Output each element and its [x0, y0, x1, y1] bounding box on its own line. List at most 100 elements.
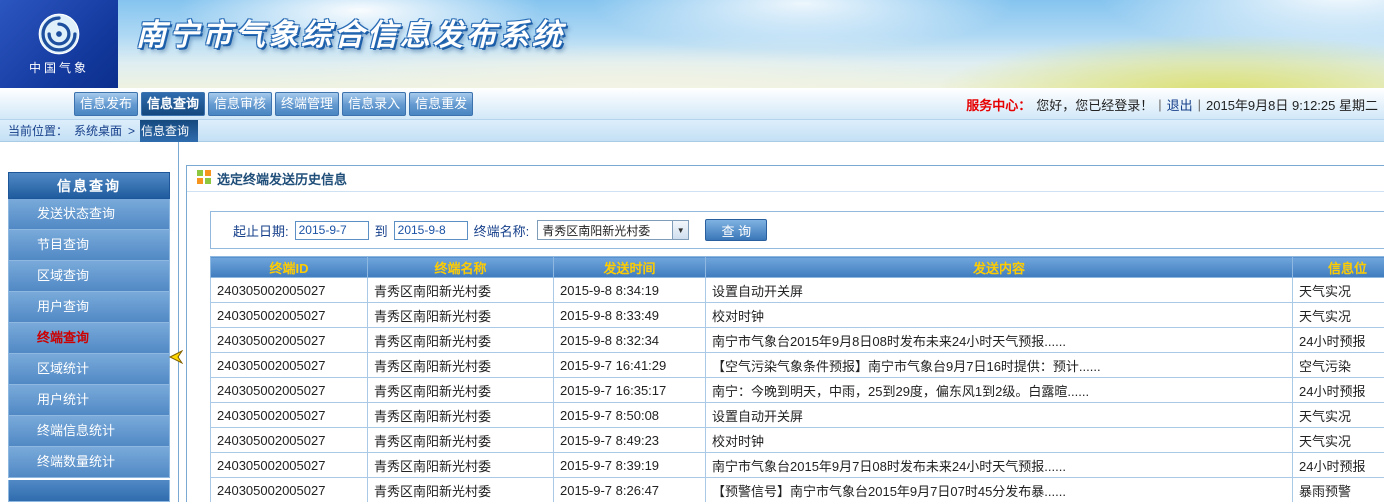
- logout-link[interactable]: 退出: [1167, 95, 1193, 114]
- table-cell: 青秀区南阳新光村委: [368, 453, 554, 478]
- sidebar-item-7[interactable]: 用户统计: [8, 385, 170, 416]
- sidebar-item-8[interactable]: 终端信息统计: [8, 416, 170, 447]
- nav-right: 服务中心： 您好，您已经登录！ | 退出 | 2015年9月8日 9:12:25…: [966, 88, 1378, 120]
- table-cell: 2015-9-7 8:39:19: [554, 453, 706, 478]
- page-title: 南宁市气象综合信息发布系统: [136, 10, 565, 54]
- section-title: 选定终端发送历史信息: [217, 169, 347, 188]
- table-cell: 2015-9-7 16:35:17: [554, 378, 706, 403]
- sidebar-item-5[interactable]: 终端查询: [8, 323, 170, 354]
- nav-bar: 信息发布信息查询信息审核终端管理信息录入信息重发 服务中心： 您好，您已经登录！…: [0, 88, 1384, 120]
- sidebar-item-2[interactable]: 节目查询: [8, 230, 170, 261]
- table-cell: 天气实况: [1293, 303, 1384, 328]
- breadcrumb-label: 当前位置：: [8, 122, 68, 139]
- login-greeting: 您好，您已经登录！: [1036, 95, 1153, 114]
- nav-tab-3[interactable]: 信息审核: [208, 92, 272, 116]
- sidebar-item-4[interactable]: 用户查询: [8, 292, 170, 323]
- table-row[interactable]: 240305002005027青秀区南阳新光村委2015-9-7 8:49:23…: [211, 428, 1384, 453]
- terminal-name-label: 终端名称:: [474, 221, 530, 240]
- column-header: 发送时间: [554, 257, 706, 278]
- main-panel: 选定终端发送历史信息 起止日期: 到 终端名称: 青秀区南阳新光村委 ▼ 查 询…: [186, 165, 1384, 502]
- table-row[interactable]: 240305002005027青秀区南阳新光村委2015-9-7 8:26:47…: [211, 478, 1384, 502]
- sidebar-item-1[interactable]: 发送状态查询: [8, 199, 170, 230]
- date-range-label: 起止日期:: [233, 221, 289, 240]
- table-row[interactable]: 240305002005027青秀区南阳新光村委2015-9-8 8:34:19…: [211, 278, 1384, 303]
- nav-tabs: 信息发布信息查询信息审核终端管理信息录入信息重发: [74, 92, 473, 116]
- table-cell: 24小时预报: [1293, 328, 1384, 353]
- top-banner: 中国气象 南宁市气象综合信息发布系统: [0, 0, 1384, 88]
- table-cell: 南宁：今晚到明天，中雨，25到29度，偏东风1到2级。白露暄......: [706, 378, 1293, 403]
- nav-tab-5[interactable]: 信息录入: [342, 92, 406, 116]
- table-cell: 24小时预报: [1293, 378, 1384, 403]
- separator: |: [1198, 97, 1201, 112]
- query-form: 起止日期: 到 终端名称: 青秀区南阳新光村委 ▼ 查 询: [210, 211, 1384, 249]
- sidebar-header: 信息查询: [8, 172, 170, 199]
- table-row[interactable]: 240305002005027青秀区南阳新光村委2015-9-7 8:50:08…: [211, 403, 1384, 428]
- table-cell: 2015-9-7 8:50:08: [554, 403, 706, 428]
- logo-block: 中国气象: [0, 0, 118, 88]
- table-row[interactable]: 240305002005027青秀区南阳新光村委2015-9-8 8:33:49…: [211, 303, 1384, 328]
- terminal-select[interactable]: 青秀区南阳新光村委 ▼: [537, 220, 689, 240]
- logo-text: 中国气象: [29, 59, 89, 76]
- table-cell: 240305002005027: [211, 303, 368, 328]
- table-cell: 240305002005027: [211, 453, 368, 478]
- breadcrumb-current: 信息查询: [141, 122, 189, 139]
- nav-tab-6[interactable]: 信息重发: [409, 92, 473, 116]
- sidebar-menu: 发送状态查询节目查询区域查询用户查询终端查询区域统计用户统计终端信息统计终端数量…: [8, 199, 170, 478]
- table-cell: 青秀区南阳新光村委: [368, 403, 554, 428]
- breadcrumb-home[interactable]: 系统桌面: [74, 122, 122, 139]
- table-cell: 【空气污染气象条件预报】南宁市气象台9月7日16时提供：预计......: [706, 353, 1293, 378]
- service-center-label: 服务中心：: [966, 95, 1031, 114]
- table-cell: 24小时预报: [1293, 453, 1384, 478]
- table-cell: 青秀区南阳新光村委: [368, 353, 554, 378]
- terminal-select-value: 青秀区南阳新光村委: [542, 222, 650, 239]
- date-to-input[interactable]: [394, 221, 468, 240]
- table-cell: 240305002005027: [211, 278, 368, 303]
- column-header: 终端ID: [211, 257, 368, 278]
- query-button[interactable]: 查 询: [705, 219, 767, 241]
- table-cell: 校对时钟: [706, 303, 1293, 328]
- table-row[interactable]: 240305002005027青秀区南阳新光村委2015-9-7 16:35:1…: [211, 378, 1384, 403]
- sidebar-divider: [178, 142, 179, 502]
- table-cell: 青秀区南阳新光村委: [368, 478, 554, 502]
- table-body: 240305002005027青秀区南阳新光村委2015-9-8 8:34:19…: [211, 278, 1384, 502]
- column-header: 终端名称: [368, 257, 554, 278]
- table-cell: 青秀区南阳新光村委: [368, 303, 554, 328]
- table-cell: 【预警信号】南宁市气象台2015年9月7日07时45分发布暴......: [706, 478, 1293, 502]
- breadcrumb-arrow: >: [128, 124, 135, 138]
- table-cell: 天气实况: [1293, 278, 1384, 303]
- nav-tab-1[interactable]: 信息发布: [74, 92, 138, 116]
- table-cell: 2015-9-7 8:49:23: [554, 428, 706, 453]
- sidebar-item-3[interactable]: 区域查询: [8, 261, 170, 292]
- to-label: 到: [375, 221, 388, 240]
- table-cell: 2015-9-8 8:33:49: [554, 303, 706, 328]
- table-cell: 南宁市气象台2015年9月7日08时发布未来24小时天气预报......: [706, 453, 1293, 478]
- content-area: 信息查询 发送状态查询节目查询区域查询用户查询终端查询区域统计用户统计终端信息统…: [0, 142, 1384, 502]
- table-cell: 240305002005027: [211, 328, 368, 353]
- table-cell: 240305002005027: [211, 428, 368, 453]
- nav-tab-2[interactable]: 信息查询: [141, 92, 205, 116]
- datetime-text: 2015年9月8日 9:12:25 星期二: [1206, 95, 1378, 114]
- table-cell: 青秀区南阳新光村委: [368, 428, 554, 453]
- table-cell: 青秀区南阳新光村委: [368, 278, 554, 303]
- collapse-sidebar-arrow-icon[interactable]: [167, 350, 183, 367]
- date-from-input[interactable]: [295, 221, 369, 240]
- cma-logo-icon: [37, 12, 81, 56]
- column-header: 信息位: [1293, 257, 1384, 278]
- table-row[interactable]: 240305002005027青秀区南阳新光村委2015-9-7 8:39:19…: [211, 453, 1384, 478]
- table-row[interactable]: 240305002005027青秀区南阳新光村委2015-9-8 8:32:34…: [211, 328, 1384, 353]
- nav-tab-4[interactable]: 终端管理: [275, 92, 339, 116]
- table-cell: 2015-9-7 16:41:29: [554, 353, 706, 378]
- table-cell: 2015-9-8 8:32:34: [554, 328, 706, 353]
- table-row[interactable]: 240305002005027青秀区南阳新光村委2015-9-7 16:41:2…: [211, 353, 1384, 378]
- table-cell: 设置自动开关屏: [706, 278, 1293, 303]
- separator: |: [1158, 97, 1161, 112]
- table-cell: 空气污染: [1293, 353, 1384, 378]
- table-cell: 校对时钟: [706, 428, 1293, 453]
- table-cell: 2015-9-7 8:26:47: [554, 478, 706, 502]
- sidebar-item-9[interactable]: 终端数量统计: [8, 447, 170, 478]
- sidebar-item-6[interactable]: 区域统计: [8, 354, 170, 385]
- table-cell: 青秀区南阳新光村委: [368, 328, 554, 353]
- table-cell: 240305002005027: [211, 403, 368, 428]
- table-cell: 240305002005027: [211, 478, 368, 502]
- sidebar: 信息查询 发送状态查询节目查询区域查询用户查询终端查询区域统计用户统计终端信息统…: [8, 172, 170, 502]
